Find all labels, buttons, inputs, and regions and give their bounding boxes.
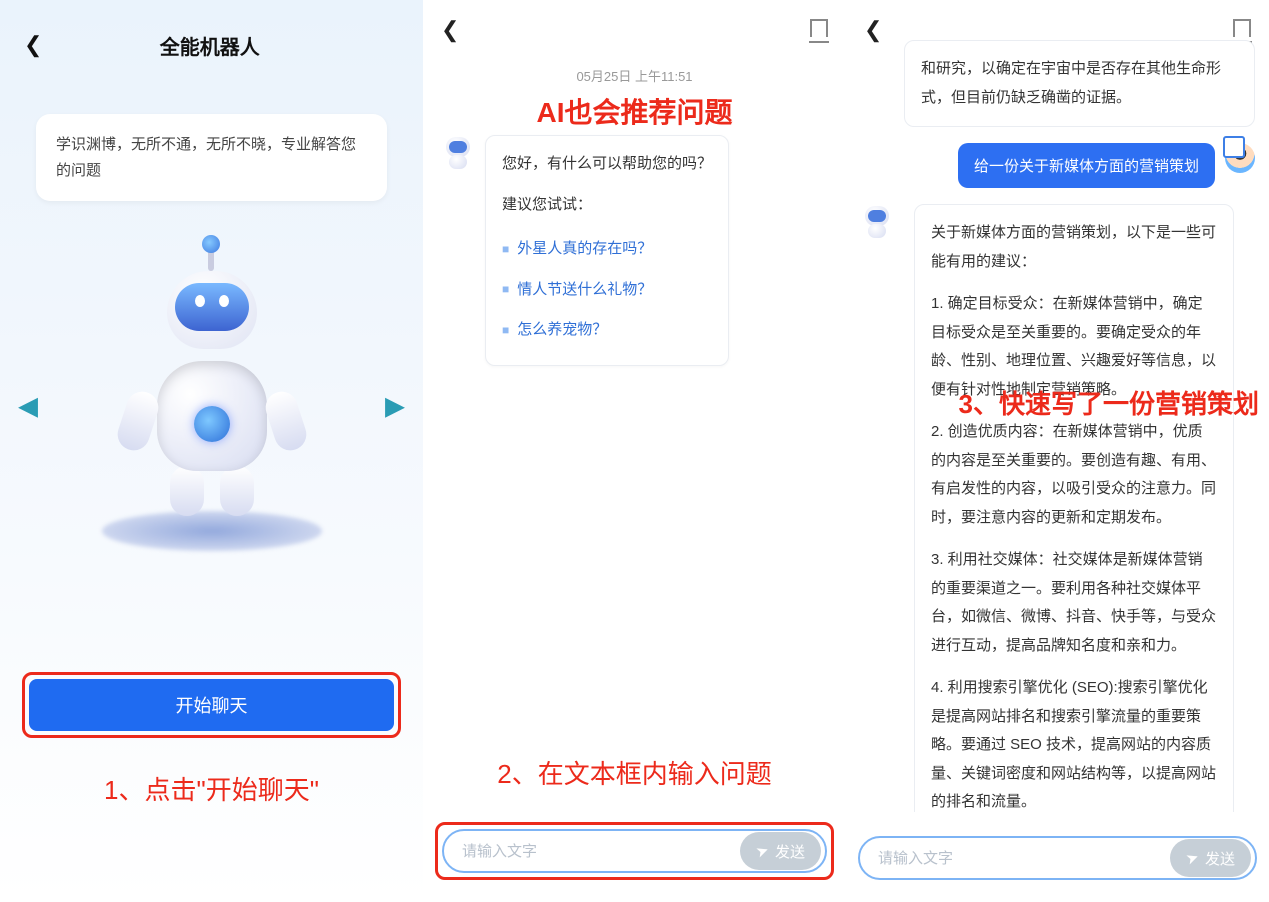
annotation-3: 3、快速写了一份营销策划: [959, 384, 1259, 421]
pin-icon[interactable]: [810, 19, 828, 42]
message-input[interactable]: [878, 850, 1170, 867]
page-title: 全能机器人: [20, 31, 399, 60]
suggestion-item[interactable]: ■外星人真的存在吗？: [502, 229, 712, 270]
ai-point: 3. 利用社交媒体：社交媒体是新媒体营销的重要渠道之一。要利用各种社交媒体平台，…: [931, 546, 1217, 660]
ai-message-text: 和研究，以确定在宇宙中是否存在其他生命形式，但目前仍缺乏确凿的证据。: [921, 60, 1221, 106]
suggestion-text: 怎么养宠物？: [517, 316, 607, 345]
ai-message-bubble: 您好，有什么可以帮助您的吗？ 建议您试试： ■外星人真的存在吗？ ■情人节送什么…: [485, 135, 729, 366]
ai-intro: 关于新媒体方面的营销策划，以下是一些可能有用的建议：: [931, 219, 1217, 276]
timestamp: 05月25日 上午11:51: [423, 66, 846, 85]
carousel-prev-icon[interactable]: ◀: [18, 391, 38, 422]
annotation-2: 2、在文本框内输入问题: [423, 754, 846, 791]
annotation-ai-suggest: AI也会推荐问题: [423, 91, 846, 131]
suggestion-text: 外星人真的存在吗？: [517, 235, 652, 264]
suggestion-item[interactable]: ■怎么养宠物？: [502, 310, 712, 351]
bot-avatar-icon: [860, 204, 894, 238]
ai-point: 2. 创造优质内容：在新媒体营销中，优质的内容是至关重要的。要创造有趣、有用、有…: [931, 418, 1217, 532]
copy-icon[interactable]: [1227, 140, 1245, 158]
message-input[interactable]: [462, 843, 740, 860]
suggestion-item[interactable]: ■情人节送什么礼物？: [502, 270, 712, 311]
ai-message-bubble: 关于新媒体方面的营销策划，以下是一些可能有用的建议： 1. 确定目标受众：在新媒…: [914, 204, 1234, 812]
start-button-highlight: 开始聊天: [22, 672, 401, 738]
carousel: ◀ ▶: [0, 241, 423, 571]
carousel-next-icon[interactable]: ▶: [385, 391, 405, 422]
send-button[interactable]: ➤发送: [740, 832, 821, 870]
ai-greeting: 您好，有什么可以帮助您的吗？: [502, 150, 712, 179]
send-icon: ➤: [754, 840, 772, 861]
ai-point: 4. 利用搜索引擎优化 (SEO):搜索引擎优化是提高网站排名和搜索引擎流量的重…: [931, 674, 1217, 812]
ai-message-bubble: 和研究，以确定在宇宙中是否存在其他生命形式，但目前仍缺乏确凿的证据。: [904, 40, 1255, 127]
annotation-1: 1、点击"开始聊天": [0, 770, 423, 807]
bot-avatar-icon: [441, 135, 475, 169]
pin-icon[interactable]: [1233, 19, 1251, 42]
suggestion-text: 情人节送什么礼物？: [517, 276, 652, 305]
send-button[interactable]: ➤发送: [1170, 839, 1251, 877]
send-label: 发送: [1205, 848, 1235, 869]
back-icon[interactable]: ❮: [441, 17, 459, 43]
description-card: 学识渊博，无所不通，无所不晓，专业解答您的问题: [36, 114, 387, 201]
send-icon: ➤: [1184, 847, 1202, 868]
send-label: 发送: [775, 841, 805, 862]
suggestion-title: 建议您试试：: [502, 191, 712, 220]
input-highlight: ➤发送: [435, 822, 834, 880]
start-chat-button[interactable]: 开始聊天: [29, 679, 394, 731]
robot-illustration: [62, 251, 362, 561]
user-message-bubble: 给一份关于新媒体方面的营销策划: [958, 143, 1215, 188]
